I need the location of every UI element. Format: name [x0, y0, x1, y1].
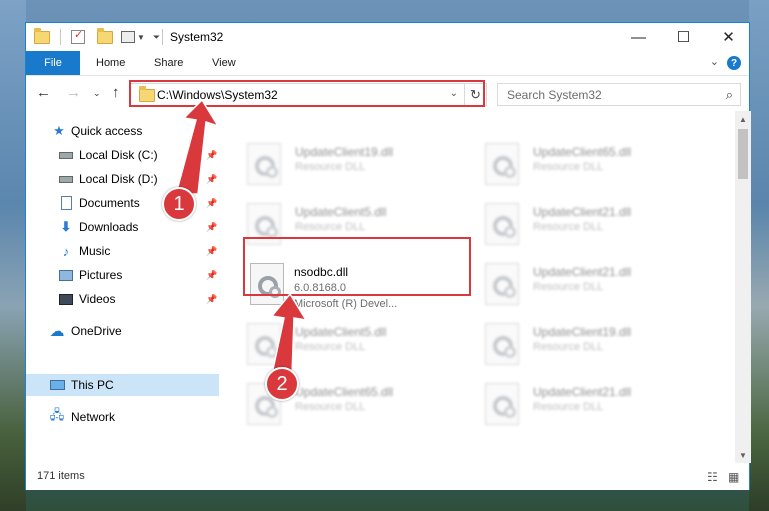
- annotation-arrows: [175, 98, 308, 377]
- arrow-1: [175, 98, 220, 195]
- step-1-badge: 1: [162, 187, 196, 221]
- step-2-badge: 2: [265, 367, 299, 401]
- arrow-2: [270, 292, 308, 377]
